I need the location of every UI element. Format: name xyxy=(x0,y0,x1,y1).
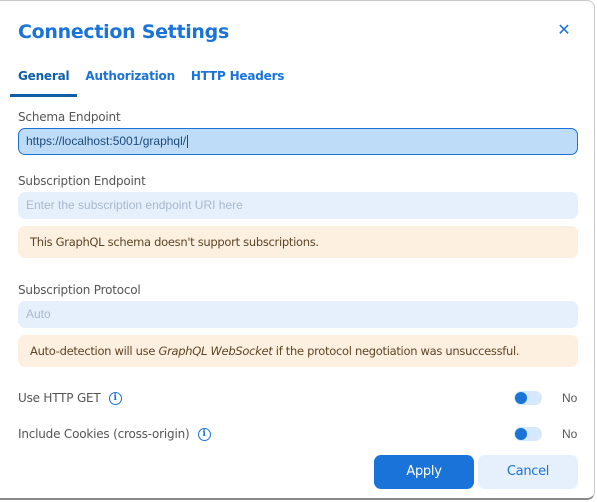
use-http-get-label: Use HTTP GET xyxy=(18,391,101,405)
info-icon[interactable]: i xyxy=(197,427,211,441)
use-http-get-value: No xyxy=(562,391,578,405)
info-icon[interactable]: i xyxy=(108,391,122,405)
subscription-endpoint-input[interactable]: Enter the subscription endpoint URI here xyxy=(18,192,578,219)
schema-endpoint-value: https://localhost:5001/graphql/ xyxy=(26,134,187,148)
text-caret xyxy=(187,135,189,149)
subscription-endpoint-placeholder: Enter the subscription endpoint URI here xyxy=(26,198,243,212)
toggle-knob xyxy=(515,428,527,440)
subscription-protocol-label: Subscription Protocol xyxy=(18,283,141,297)
tab-authorization[interactable]: Authorization xyxy=(77,67,183,95)
toggle-knob xyxy=(515,392,527,404)
tab-general[interactable]: General xyxy=(10,67,78,97)
use-http-get-row: Use HTTP GET i xyxy=(18,391,122,405)
subscription-endpoint-label: Subscription Endpoint xyxy=(18,174,146,188)
protocol-notice: Auto-detection will use GraphQL WebSocke… xyxy=(18,335,578,367)
connection-settings-dialog: Connection Settings ✕ General Authorizat… xyxy=(0,0,595,500)
protocol-notice-suffix: if the protocol negotiation was unsucces… xyxy=(272,344,520,358)
schema-endpoint-label: Schema Endpoint xyxy=(18,110,121,124)
close-icon: ✕ xyxy=(557,22,571,39)
cancel-button[interactable]: Cancel xyxy=(478,455,578,489)
close-button[interactable]: ✕ xyxy=(556,23,572,39)
tab-bar: General Authorization HTTP Headers xyxy=(10,67,292,97)
apply-button[interactable]: Apply xyxy=(374,455,474,489)
tab-http-headers[interactable]: HTTP Headers xyxy=(183,67,292,95)
include-cookies-toggle[interactable] xyxy=(514,427,542,441)
include-cookies-label: Include Cookies (cross-origin) xyxy=(18,427,190,441)
schema-endpoint-input[interactable]: https://localhost:5001/graphql/ xyxy=(18,128,578,155)
include-cookies-value: No xyxy=(562,427,578,441)
protocol-notice-emphasis: GraphQL WebSocket xyxy=(158,344,273,358)
use-http-get-toggle[interactable] xyxy=(514,391,542,405)
include-cookies-row: Include Cookies (cross-origin) i xyxy=(18,427,211,441)
subscription-protocol-select[interactable]: Auto xyxy=(18,301,578,328)
subscription-notice: This GraphQL schema doesn't support subs… xyxy=(18,226,578,258)
protocol-notice-prefix: Auto-detection will use xyxy=(30,344,159,358)
subscription-protocol-value: Auto xyxy=(26,307,51,321)
dialog-title: Connection Settings xyxy=(18,21,229,43)
